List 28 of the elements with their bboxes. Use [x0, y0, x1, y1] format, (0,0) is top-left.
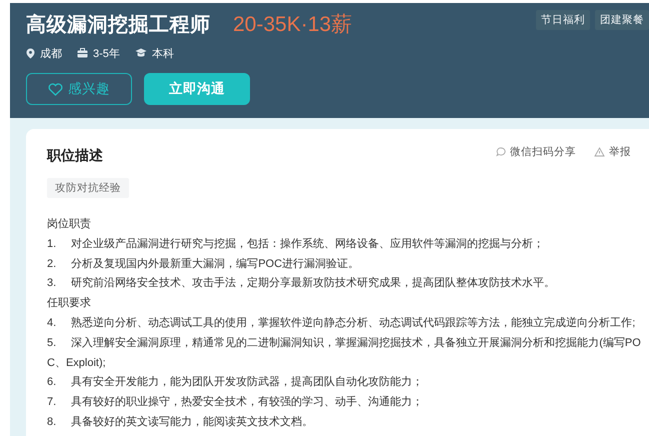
list-item: 8. 具备较好的英文读写能力，能阅读英文技术文档。	[47, 414, 314, 430]
briefcase-icon	[77, 48, 88, 58]
chat-bubble-icon	[496, 147, 506, 157]
list-item: 4. 熟悉逆向分析、动态调试工具的使用，掌握软件逆向静态分析、动态调试代码跟踪等方法，能独立完成逆向分析工作;	[47, 316, 636, 331]
warning-icon	[594, 147, 605, 157]
benefit-tag: 团建聚餐	[595, 10, 649, 30]
location-pin-icon	[26, 48, 35, 58]
list-item: 1. 对企业级产品漏洞进行研究与挖掘，包括：操作系统、网络设备、应用软件等漏洞的挖掘与分析；	[47, 236, 546, 252]
section-heading: 职位描述	[47, 147, 103, 165]
benefit-tag: 节日福利	[536, 10, 590, 30]
education-text: 本科	[152, 46, 174, 60]
list-item: 7. 具有较好的职业操守，热爱安全技术，有较强的学习、动手、沟通能力；	[47, 394, 424, 410]
report-link[interactable]: 举报	[609, 145, 631, 159]
list-item: 3. 研究前沿网络安全技术、攻击手法，定期分享最新攻防技术研究成果，提高团队整体攻防技术水平。	[47, 276, 556, 292]
salary: 20-35K·13薪	[233, 12, 352, 38]
section-title: 任职要求	[47, 296, 92, 312]
section-title: 岗位职责	[47, 216, 92, 232]
job-title: 高级漏洞挖掘工程师	[26, 12, 212, 38]
location-text: 成都	[40, 46, 62, 60]
heart-icon	[48, 82, 63, 96]
skill-tag: 攻防对抗经验	[47, 178, 129, 198]
list-item: 2. 分析及复现国内外最新重大漏洞，编写POC进行漏洞验证。	[47, 256, 360, 272]
list-item: 6. 具有安全开发能力，能为团队开发攻防武器，提高团队自动化攻防能力；	[47, 374, 424, 390]
list-item: 5. 深入理解安全漏洞原理，精通常见的二进制漏洞知识，掌握漏洞挖掘技术，具备独立开展漏洞分析和挖掘能力(编写POC、Exploit);	[47, 336, 642, 371]
interested-button[interactable]: 感兴趣	[26, 73, 132, 105]
experience-text: 3-5年	[93, 46, 120, 60]
share-link[interactable]: 微信扫码分享	[510, 145, 576, 159]
graduation-cap-icon	[134, 48, 147, 58]
